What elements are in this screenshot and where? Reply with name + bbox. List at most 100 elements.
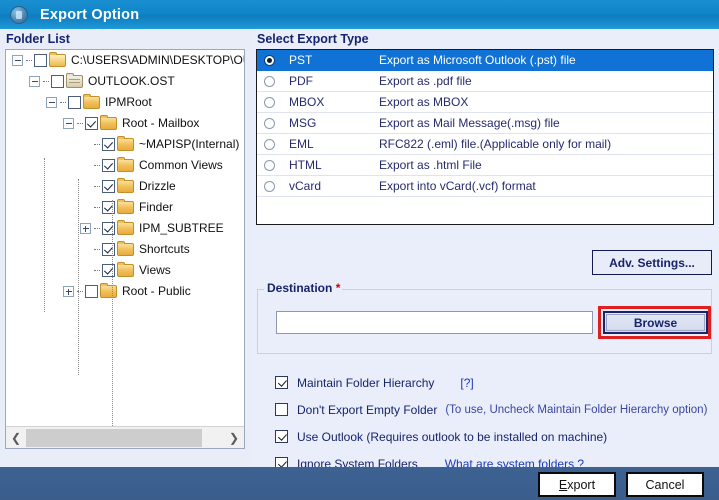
folder-checkbox[interactable] xyxy=(68,96,81,109)
cancel-button[interactable]: Cancel xyxy=(626,472,704,497)
export-type-row[interactable]: HTML Export as .html File xyxy=(257,155,713,176)
expand-icon[interactable] xyxy=(63,286,74,297)
export-type-row[interactable]: MBOX Export as MBOX xyxy=(257,92,713,113)
option-checkbox[interactable] xyxy=(275,430,288,443)
tree-connector xyxy=(43,80,49,83)
export-button-accel: E xyxy=(558,477,568,492)
option-note: (To use, Uncheck Maintain Folder Hierarc… xyxy=(445,403,708,416)
export-type-row[interactable]: vCard Export into vCard(.vcf) format xyxy=(257,176,713,197)
collapse-icon[interactable] xyxy=(29,76,40,87)
folder-tree-node[interactable]: Finder xyxy=(6,197,244,218)
option-checkbox[interactable] xyxy=(275,403,288,416)
scroll-right-arrow-icon[interactable]: ❯ xyxy=(224,427,244,448)
export-type-description: Export as .pdf file xyxy=(379,74,472,88)
folder-checkbox[interactable] xyxy=(85,117,98,130)
folder-label: IPM_SUBTREE xyxy=(139,221,224,235)
select-export-type-header: Select Export Type xyxy=(257,32,369,46)
tree-connector xyxy=(94,185,100,188)
folder-tree-node[interactable]: OUTLOOK.OST xyxy=(6,71,244,92)
export-options-pane: Select Export Type PST Export as Microsof… xyxy=(251,29,719,471)
collapse-icon[interactable] xyxy=(46,97,57,108)
destination-input[interactable] xyxy=(276,311,593,334)
export-type-row[interactable]: PDF Export as .pdf file xyxy=(257,71,713,92)
folder-tree-hscrollbar[interactable]: ❮ ❯ xyxy=(6,426,244,448)
folder-icon xyxy=(117,220,134,235)
radio-button-icon[interactable] xyxy=(264,180,275,192)
required-asterisk: * xyxy=(335,281,341,295)
folder-label: Common Views xyxy=(139,158,223,172)
folder-open-icon xyxy=(49,52,66,67)
export-type-row[interactable]: MSG Export as Mail Message(.msg) file xyxy=(257,113,713,134)
option-checkbox[interactable] xyxy=(275,376,288,389)
folder-label: ~MAPISP(Internal) xyxy=(139,137,240,151)
folder-label: Drizzle xyxy=(139,179,176,193)
folder-checkbox[interactable] xyxy=(102,159,115,172)
folder-label: IPMRoot xyxy=(105,95,152,109)
folder-checkbox[interactable] xyxy=(34,54,47,67)
radio-button-icon[interactable] xyxy=(264,54,275,66)
destination-group: Destination * Browse xyxy=(257,281,712,354)
adv-settings-button[interactable]: Adv. Settings... xyxy=(592,250,712,275)
export-type-description: Export as Mail Message(.msg) file xyxy=(379,116,560,130)
export-type-name: MBOX xyxy=(289,95,325,109)
folder-checkbox[interactable] xyxy=(102,138,115,151)
tree-connector xyxy=(26,59,32,62)
radio-button-icon[interactable] xyxy=(264,159,275,171)
folder-label: Finder xyxy=(139,200,174,214)
collapse-icon[interactable] xyxy=(63,118,74,129)
folder-tree-node[interactable]: Shortcuts xyxy=(6,239,244,260)
folder-tree-node[interactable]: ~MAPISP(Internal) xyxy=(6,134,244,155)
export-button[interactable]: Export xyxy=(538,472,616,497)
folder-tree[interactable]: C:\USERS\ADMIN\DESKTOP\OUTL(OUTLOOK.OST I… xyxy=(5,49,245,449)
export-type-name: EML xyxy=(289,137,314,151)
folder-tree-node[interactable]: Root - Mailbox xyxy=(6,113,244,134)
option-row[interactable]: Don't Export Empty Folder (To use, Unchec… xyxy=(275,396,715,423)
radio-button-icon[interactable] xyxy=(264,75,275,87)
dialog-body: Folder List C:\USERS\ADMIN\DESKTOP\OUTL(… xyxy=(0,29,719,471)
radio-button-icon[interactable] xyxy=(264,138,275,150)
folder-tree-node[interactable]: IPMRoot xyxy=(6,92,244,113)
folder-checkbox[interactable] xyxy=(102,222,115,235)
tree-connector xyxy=(94,143,100,146)
option-row[interactable]: Use Outlook (Requires outlook to be inst… xyxy=(275,423,715,450)
tree-guide-line xyxy=(112,200,113,426)
folder-tree-node[interactable]: Common Views xyxy=(6,155,244,176)
folder-checkbox[interactable] xyxy=(51,75,64,88)
export-type-row[interactable]: EML RFC822 (.eml) file.(Applicable only f… xyxy=(257,134,713,155)
browse-button[interactable]: Browse xyxy=(603,311,708,334)
expand-icon[interactable] xyxy=(80,223,91,234)
export-type-description: Export as MBOX xyxy=(379,95,469,109)
radio-button-icon[interactable] xyxy=(264,117,275,129)
export-type-list[interactable]: PST Export as Microsoft Outlook (.pst) fi… xyxy=(256,49,714,225)
folder-label: Root - Public xyxy=(122,284,191,298)
folder-tree-node[interactable]: Drizzle xyxy=(6,176,244,197)
scroll-left-arrow-icon[interactable]: ❮ xyxy=(6,427,26,448)
option-label: Maintain Folder Hierarchy xyxy=(297,375,435,390)
folder-tree-node[interactable]: C:\USERS\ADMIN\DESKTOP\OUTL( xyxy=(6,50,244,71)
folder-checkbox[interactable] xyxy=(102,264,115,277)
folder-tree-node[interactable]: Root - Public xyxy=(6,281,244,302)
option-row[interactable]: Maintain Folder Hierarchy [?] xyxy=(275,369,715,396)
radio-button-icon[interactable] xyxy=(264,96,275,108)
folder-checkbox[interactable] xyxy=(102,201,115,214)
destination-legend: Destination * xyxy=(264,281,344,295)
folder-tree-items: C:\USERS\ADMIN\DESKTOP\OUTL(OUTLOOK.OST I… xyxy=(6,50,244,426)
option-label: Use Outlook (Requires outlook to be inst… xyxy=(297,429,608,444)
footer-bar: Export Cancel xyxy=(0,467,719,500)
scroll-thumb[interactable] xyxy=(26,428,202,447)
folder-tree-node[interactable]: IPM_SUBTREE xyxy=(6,218,244,239)
folder-tree-node[interactable]: Views xyxy=(6,260,244,281)
option-label: Don't Export Empty Folder xyxy=(297,402,438,417)
export-type-row[interactable]: PST Export as Microsoft Outlook (.pst) fi… xyxy=(257,50,713,71)
folder-checkbox[interactable] xyxy=(102,180,115,193)
help-link[interactable]: [?] xyxy=(460,376,473,390)
tree-guide-line xyxy=(44,158,45,312)
collapse-icon[interactable] xyxy=(12,55,23,66)
folder-checkbox[interactable] xyxy=(85,285,98,298)
folder-checkbox[interactable] xyxy=(102,243,115,256)
scroll-track[interactable] xyxy=(26,427,224,448)
